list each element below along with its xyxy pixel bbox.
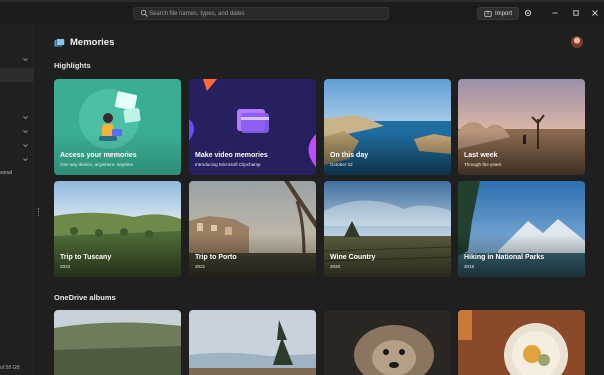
album-card[interactable] [324,310,451,375]
card-subtitle: 2020 [330,264,341,269]
import-label: Import [495,11,513,17]
card-subtitle: October 12 [330,162,353,167]
memories-icon [54,38,65,47]
card-subtitle: Through the years [464,162,502,167]
import-icon [484,10,492,17]
album-card[interactable] [458,310,585,375]
main-content: Memories Highlights Access your memories… [40,24,604,375]
search-box[interactable]: Search file names, types, and dates [133,7,389,20]
maximize-icon[interactable] [569,6,583,20]
card-subtitle: One any device, anywhere, anytime [60,162,134,167]
album-thumbnail [324,310,451,375]
highlight-card[interactable]: Access your memories One any device, any… [54,79,181,175]
video-memories-illustration [189,79,316,167]
top-divider [0,0,604,2]
chevron-down-icon[interactable] [22,114,29,121]
highlight-card[interactable]: Trip to Tuscany 2022 [54,181,181,277]
highlights-heading: Highlights [54,61,91,70]
album-card[interactable] [54,310,181,375]
minimize-icon[interactable] [548,6,562,20]
album-card[interactable] [189,310,316,375]
card-title: Trip to Porto [195,254,237,261]
import-button[interactable]: Import [477,7,519,20]
sidebar-item-label[interactable]: sonal [0,170,12,176]
card-title: Make video memories [195,152,268,159]
chevron-down-icon[interactable] [22,128,29,135]
search-placeholder: Search file names, types, and dates [149,11,245,17]
avatar[interactable] [571,36,583,48]
card-subtitle: 2019 [464,264,475,269]
chevron-down-icon[interactable] [22,56,29,63]
highlight-card[interactable]: Hiking in National Parks 2019 [458,181,585,277]
album-thumbnail [458,310,585,375]
highlight-card[interactable]: Trip to Porto 2021 [189,181,316,277]
card-subtitle: Introducing Microsoft Clipchamp [195,162,261,167]
sidebar: sonal of 58 GB [0,24,34,375]
album-thumbnail [189,310,316,375]
highlight-card[interactable]: Make video memories Introducing Microsof… [189,79,316,175]
card-title: Hiking in National Parks [464,254,545,261]
gear-icon[interactable] [522,7,534,19]
album-thumbnail [54,310,181,375]
card-title: Last week [464,152,498,159]
card-title: On this day [330,152,369,159]
page-title: Memories [70,37,115,48]
title-bar: Search file names, types, and dates Impo… [0,0,604,24]
card-title: Wine Country [330,254,376,261]
search-icon [140,9,148,17]
sidebar-item-selected[interactable] [0,68,34,82]
card-subtitle: 2021 [195,264,206,269]
highlight-card[interactable]: Wine Country 2020 [324,181,451,277]
storage-text: of 58 GB [0,365,20,371]
onedrive-albums-heading: OneDrive albums [54,293,116,302]
chevron-down-icon[interactable] [22,156,29,163]
card-title: Trip to Tuscany [60,254,112,261]
card-subtitle: 2022 [60,264,71,269]
card-title: Access your memories [60,152,137,159]
highlight-card[interactable]: Last week Through the years [458,79,585,175]
close-icon[interactable] [588,6,602,20]
chevron-down-icon[interactable] [22,142,29,149]
highlight-card[interactable]: On this day October 12 [324,79,451,175]
